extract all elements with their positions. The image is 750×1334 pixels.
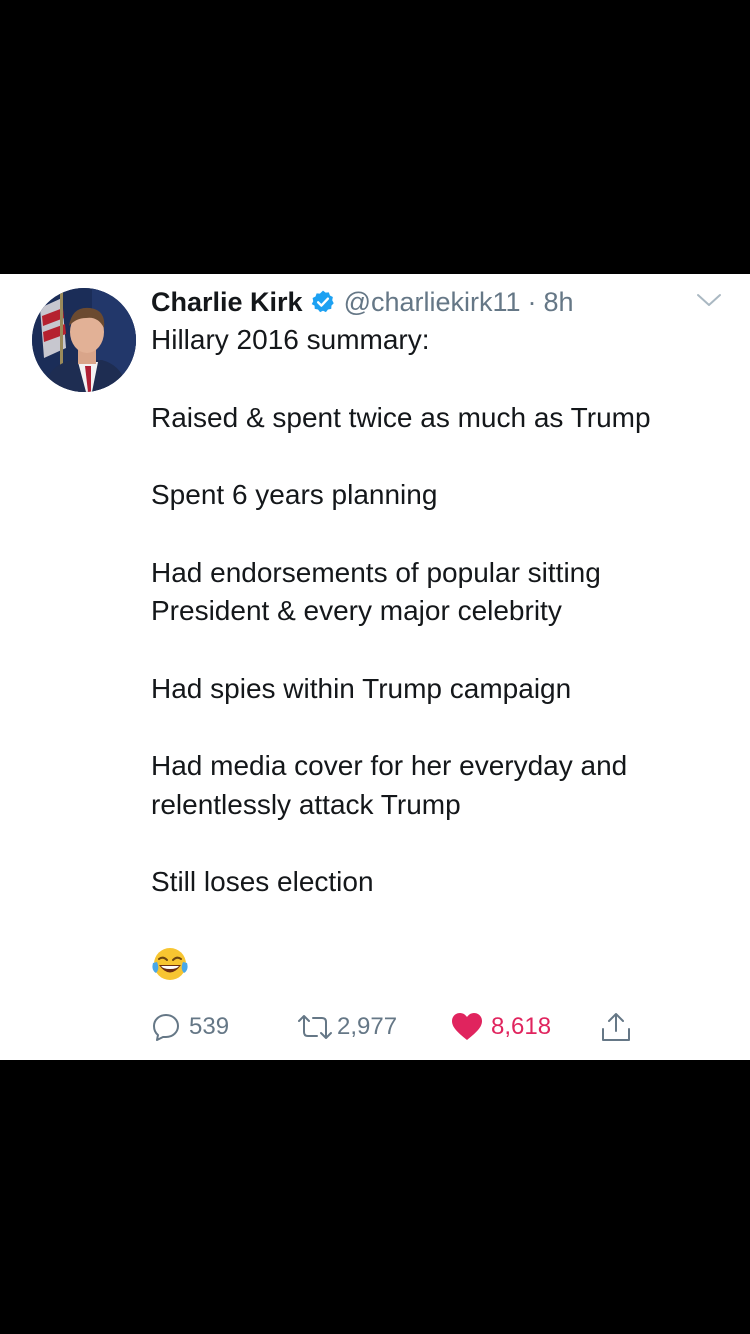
tweet-paragraph: Spent 6 years planning xyxy=(151,476,731,515)
retweet-icon xyxy=(298,1015,332,1039)
tweet-line: Had endorsements of popular sitting xyxy=(151,556,601,588)
letterbox-top xyxy=(0,0,750,274)
tweet-line: relentlessly attack Trump xyxy=(151,788,461,820)
tweet-line: Spent 6 years planning xyxy=(151,479,438,510)
tweet-line: Hillary 2016 summary: xyxy=(151,324,430,355)
heart-icon xyxy=(452,1013,482,1040)
like-button[interactable]: 8,618 xyxy=(451,1007,551,1047)
verified-badge-icon xyxy=(311,290,334,313)
tweet-paragraph: Had media cover for her everyday and rele… xyxy=(151,747,731,824)
chevron-down-icon[interactable] xyxy=(694,288,724,312)
tweet-paragraph: Had endorsements of popular sitting Presi… xyxy=(151,554,731,631)
tweet-line: Still loses election xyxy=(151,866,374,897)
tweet-header: Charlie Kirk @charliekirk11 · 8h xyxy=(151,284,574,320)
separator-dot: · xyxy=(527,286,537,317)
author-name[interactable]: Charlie Kirk xyxy=(151,287,303,318)
tweet-line: President & every major celebrity xyxy=(151,595,562,626)
tweet-text: Hillary 2016 summary: Raised & spent twi… xyxy=(151,321,731,902)
retweet-count: 2,977 xyxy=(337,1013,398,1040)
tweet-paragraph: Still loses election xyxy=(151,863,731,902)
tweet-line: Raised & spent twice as much as Trump xyxy=(151,401,651,433)
reply-count: 539 xyxy=(189,1013,230,1040)
tweet-paragraph: Had spies within Trump campaign xyxy=(151,670,731,709)
author-handle[interactable]: @charliekirk11 xyxy=(344,287,521,318)
tweet-line: Had spies within Trump campaign xyxy=(151,672,572,704)
tweet-actions: 539 2,977 8,618 xyxy=(151,1007,711,1047)
letterbox-bottom xyxy=(0,1060,750,1334)
tweet-paragraph: Raised & spent twice as much as Trump xyxy=(151,399,731,438)
tweet-line: Had media cover for her everyday and xyxy=(151,750,628,781)
retweet-button[interactable]: 2,977 xyxy=(297,1007,397,1047)
like-count: 8,618 xyxy=(491,1013,552,1040)
share-button[interactable] xyxy=(600,1007,632,1047)
avatar[interactable] xyxy=(32,288,136,392)
reply-button[interactable]: 539 xyxy=(151,1007,229,1047)
tweet-card[interactable]: Charlie Kirk @charliekirk11 · 8h Hillary… xyxy=(0,274,750,1060)
tears-of-joy-emoji-icon xyxy=(152,948,188,980)
tweet-timestamp[interactable]: 8h xyxy=(544,287,574,318)
share-icon xyxy=(602,1013,630,1041)
tweet-paragraph: Hillary 2016 summary: xyxy=(151,321,731,360)
reply-icon xyxy=(153,1014,179,1041)
